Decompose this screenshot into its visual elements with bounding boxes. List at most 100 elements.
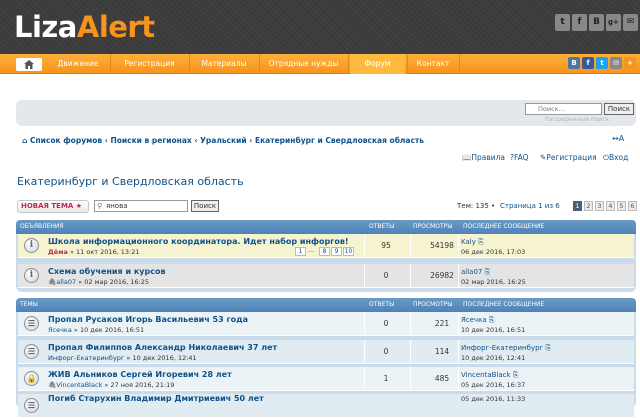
table-row[interactable]: ☰ Погиб Старухин Владимир Дмитриевич 50 … <box>18 394 634 418</box>
facebook-icon[interactable]: f <box>572 14 587 31</box>
last-post-user[interactable]: VincentaBlack <box>461 371 511 379</box>
share-more-icon[interactable]: + <box>624 57 636 69</box>
topic-page-link[interactable]: 1 <box>295 247 306 256</box>
topic-title[interactable]: Пропал Филиппов Александр Николаевич 37 … <box>48 343 277 352</box>
last-post-user[interactable]: alla07 <box>461 268 482 276</box>
last-post-user[interactable]: Инфорг-Екатеринбург <box>461 344 543 352</box>
login-link[interactable]: ⏻Вход <box>603 153 628 163</box>
site-header: LizaAlert t f B g+ ✉ <box>0 0 640 54</box>
table-row[interactable]: ☰ Пропал Русаков Игорь Васильевич 53 год… <box>18 312 634 336</box>
goto-post-icon[interactable]: ⎘ <box>513 371 519 379</box>
mail-icon[interactable]: ✉ <box>623 14 638 31</box>
nav-item-forum[interactable]: Форум <box>350 54 405 74</box>
breadcrumb-item[interactable]: Поиски в регионах <box>110 136 191 145</box>
table-row[interactable]: ☰ Пропал Филиппов Александр Николаевич 3… <box>18 340 634 364</box>
home-button[interactable] <box>16 58 42 71</box>
topic-read-icon: ☰ <box>24 398 39 413</box>
nav-item-registration[interactable]: Регистрация <box>112 54 187 74</box>
page-link[interactable]: 4 <box>606 201 615 211</box>
search-input[interactable]: Поиск... <box>525 103 602 115</box>
page-link[interactable]: 3 <box>595 201 604 211</box>
replies-count: 0 <box>383 347 389 356</box>
topic-author[interactable]: Дёма <box>48 248 68 256</box>
topic-read-icon: ☰ <box>24 316 39 331</box>
topic-locked-icon: 🔒 <box>24 371 39 386</box>
share-facebook-icon[interactable]: f <box>582 57 594 69</box>
col-replies: ОТВЕТЫ <box>369 301 395 308</box>
views-count: 54198 <box>430 241 454 250</box>
table-row[interactable]: 🔒 ЖИВ Альников Сергей Игоревич 28 лет 🖇V… <box>18 367 634 391</box>
breadcrumb-item[interactable]: Уральский <box>200 136 247 145</box>
breadcrumb: ⌂ Список форумов ‹ Поиски в регионах ‹ У… <box>22 136 424 145</box>
topic-date: » 02 мар 2016, 16:25 <box>76 278 150 286</box>
page-link[interactable]: 1 <box>573 201 582 211</box>
googleplus-icon[interactable]: g+ <box>606 14 621 31</box>
goto-post-icon[interactable]: ⎘ <box>489 316 495 324</box>
share-mail-icon[interactable]: ✉ <box>610 57 622 69</box>
search-button[interactable]: Поиск <box>604 103 634 115</box>
topic-author[interactable]: Инфорг-Екатеринбург <box>48 354 124 362</box>
nav-item-movement[interactable]: Движение <box>48 54 108 74</box>
breadcrumb-item[interactable]: Екатеринбург и Свердловская область <box>255 136 424 145</box>
nav-item-needs[interactable]: Отрядные нужды <box>261 54 346 74</box>
breadcrumb-sep: ‹ <box>194 136 198 145</box>
page-link[interactable]: 2 <box>584 201 593 211</box>
breadcrumb-item[interactable]: Список форумов <box>30 136 102 145</box>
home-small-icon: ⌂ <box>22 136 30 145</box>
topic-author[interactable]: alla07 <box>56 278 76 286</box>
nav-item-contact[interactable]: Контакт <box>409 54 457 74</box>
font-size-icon[interactable]: ↔A <box>612 134 624 143</box>
list-item[interactable]: i Школа информационного координатора. Ид… <box>18 234 634 258</box>
topic-title[interactable]: Пропал Русаков Игорь Васильевич 53 года <box>48 315 248 324</box>
forum-search-input[interactable]: янова <box>94 200 188 212</box>
list-item[interactable]: i Схема обучения и курсов 🖇alla07 » 02 м… <box>18 264 634 288</box>
goto-post-icon[interactable]: ⎘ <box>545 344 551 352</box>
nav-item-materials[interactable]: Материалы <box>191 54 257 74</box>
topic-author[interactable]: VincentaBlack <box>56 381 102 389</box>
topic-page-link[interactable]: 10 <box>343 247 354 256</box>
search-panel: Поиск... Поиск Расширенный поиск <box>16 100 636 126</box>
last-post-user[interactable]: Kaly <box>461 238 476 246</box>
views-count: 221 <box>434 319 450 328</box>
twitter-icon[interactable]: t <box>555 14 570 31</box>
goto-post-icon[interactable]: ⎘ <box>478 238 484 246</box>
last-post-date: 10 дек 2016, 16:51 <box>461 326 526 334</box>
topic-title[interactable]: Школа информационного координатора. Идет… <box>48 237 349 246</box>
vk-icon[interactable]: B <box>589 14 604 31</box>
faq-link[interactable]: ?FAQ <box>510 153 529 162</box>
topic-date: » 27 ноя 2016, 21:19 <box>102 381 175 389</box>
forum-search-button[interactable]: Поиск <box>191 200 219 212</box>
topic-title[interactable]: Схема обучения и курсов <box>48 267 166 276</box>
last-post-date: 02 мар 2016, 16:25 <box>461 278 526 286</box>
topic-date: » 10 дек 2016, 16:51 <box>71 326 145 334</box>
col-views: ПРОСМОТРЫ <box>413 223 453 230</box>
col-views: ПРОСМОТРЫ <box>413 301 453 308</box>
site-logo[interactable]: LizaAlert <box>14 10 155 44</box>
announcement-icon: i <box>24 238 39 253</box>
share-vk-icon[interactable]: В <box>568 57 580 69</box>
rules-link[interactable]: 📖Правила <box>462 153 505 162</box>
topic-author[interactable]: Ясечка <box>48 326 72 334</box>
views-count: 485 <box>434 374 450 383</box>
topic-page-link[interactable]: 8 <box>319 247 330 256</box>
col-last-post: ПОСЛЕДНЕЕ СООБЩЕНИЕ <box>463 223 545 230</box>
last-post-user[interactable]: Ясечка <box>461 316 487 324</box>
page-link[interactable]: 5 <box>617 201 626 211</box>
last-post-date: 05 дек 2016, 16:37 <box>461 381 526 389</box>
forum-search-icon: ⚲ <box>97 202 103 210</box>
share-twitter-icon[interactable]: t <box>596 57 608 69</box>
topic-title[interactable]: ЖИВ Альников Сергей Игоревич 28 лет <box>48 370 232 379</box>
goto-post-icon[interactable]: ⎘ <box>485 268 491 276</box>
topic-date: » 11 окт 2016, 13:21 <box>67 248 140 256</box>
home-icon <box>24 60 34 69</box>
topic-date: » 10 дек 2016, 12:41 <box>124 354 197 362</box>
breadcrumb-sep: ‹ <box>104 136 108 145</box>
topic-page-link[interactable]: 9 <box>331 247 342 256</box>
new-topic-button[interactable]: НОВАЯ ТЕМА ★ <box>17 200 89 213</box>
page-indicator[interactable]: Страница 1 из 6 <box>500 201 560 212</box>
col-last-post: ПОСЛЕДНЕЕ СООБЩЕНИЕ <box>463 301 545 308</box>
advanced-search-link[interactable]: Расширенный поиск <box>545 116 609 123</box>
register-link[interactable]: ✎Регистрация <box>540 153 597 162</box>
search-placeholder: Поиск... <box>538 105 565 113</box>
page-link[interactable]: 6 <box>628 201 637 211</box>
